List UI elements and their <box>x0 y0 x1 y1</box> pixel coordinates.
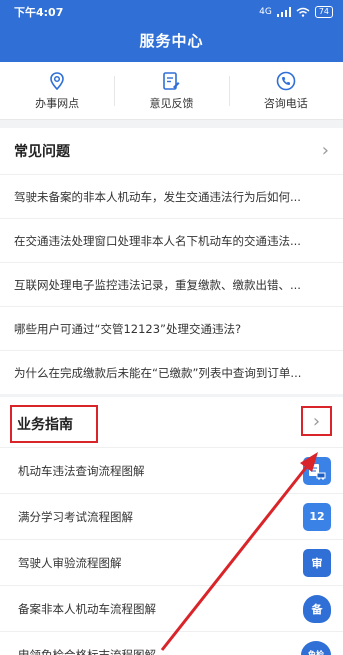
faq-item-label: 为什么在完成缴款后未能在“已缴款”列表中查询到订单... <box>14 365 302 380</box>
service-phone-button[interactable]: 咨询电话 <box>228 62 343 119</box>
status-time: 下午4:07 <box>14 6 64 19</box>
status-icons: 4G 74 <box>259 6 333 18</box>
guide-item-label: 备案非本人机动车流程图解 <box>18 601 156 616</box>
chevron-right-icon: › <box>312 410 321 432</box>
guide-section: 业务指南 › 机动车违法查询流程图解 满分学习考试流程图解 12 驾驶人审验流程… <box>0 397 343 655</box>
faq-item[interactable]: 在交通违法处理窗口处理非本人名下机动车的交通违法... <box>0 218 343 262</box>
faq-title: 常见问题 <box>14 144 70 160</box>
guide-title: 业务指南 <box>10 405 98 443</box>
status-bar: 下午4:07 4G 74 <box>0 0 343 24</box>
vehicle-violation-icon <box>303 456 331 485</box>
faq-item-label: 互联网处理电子监控违法记录，重复缴款、缴款出错、... <box>14 277 301 292</box>
service-label: 意见反馈 <box>149 97 194 110</box>
guide-item[interactable]: 满分学习考试流程图解 12 <box>0 493 343 539</box>
service-shortcuts: 办事网点 意见反馈 咨询电话 <box>0 62 343 120</box>
location-pin-icon <box>50 72 64 91</box>
phone-icon <box>276 71 296 91</box>
service-offices-button[interactable]: 办事网点 <box>0 62 114 119</box>
guide-header: 业务指南 › <box>0 397 343 447</box>
faq-header[interactable]: 常见问题 › <box>0 128 343 174</box>
guide-item-label: 满分学习考试流程图解 <box>18 509 133 524</box>
faq-item[interactable]: 驾驶未备案的非本人机动车，发生交通违法行为后如何... <box>0 174 343 218</box>
service-label: 办事网点 <box>35 97 80 110</box>
guide-item[interactable]: 驾驶人审验流程图解 审 <box>0 539 343 585</box>
guide-item[interactable]: 备案非本人机动车流程图解 备 <box>0 585 343 631</box>
record-shield-icon: 备 <box>303 594 331 623</box>
faq-item-label: 驾驶未备案的非本人机动车，发生交通违法行为后如何... <box>14 189 301 204</box>
feedback-edit-icon <box>163 72 180 90</box>
guide-item-label: 申领免检合格标志流程图解 <box>18 647 156 655</box>
faq-item[interactable]: 互联网处理电子监控违法记录，重复缴款、缴款出错、... <box>0 262 343 306</box>
guide-item-label: 驾驶人审验流程图解 <box>18 555 122 570</box>
driver-review-icon: 审 <box>303 548 331 577</box>
page-title: 服务中心 <box>139 32 204 50</box>
signal-icon <box>276 7 291 17</box>
battery-icon: 74 <box>314 6 333 18</box>
calendar-12-icon: 12 <box>303 502 331 531</box>
chevron-right-icon[interactable]: › <box>322 142 329 160</box>
faq-item[interactable]: 为什么在完成缴款后未能在“已缴款”列表中查询到订单... <box>0 350 343 394</box>
guide-item[interactable]: 机动车违法查询流程图解 <box>0 447 343 493</box>
guide-item-label: 机动车违法查询流程图解 <box>18 463 145 478</box>
faq-item-label: 在交通违法处理窗口处理非本人名下机动车的交通违法... <box>14 233 301 248</box>
guide-more-button[interactable]: › <box>301 406 332 436</box>
service-feedback-button[interactable]: 意见反馈 <box>114 62 228 119</box>
wifi-icon <box>296 7 310 17</box>
faq-item-label: 哪些用户可通过“交管12123”处理交通违法? <box>14 321 242 336</box>
exempt-badge-icon: 免检 <box>301 640 331 655</box>
service-label: 咨询电话 <box>263 97 308 110</box>
network-icon: 4G <box>259 7 272 17</box>
guide-item[interactable]: 申领免检合格标志流程图解 免检 <box>0 631 343 655</box>
header: 下午4:07 4G 74 服务中心 <box>0 0 343 62</box>
faq-section: 常见问题 › 驾驶未备案的非本人机动车，发生交通违法行为后如何... 在交通违法… <box>0 128 343 394</box>
faq-item[interactable]: 哪些用户可通过“交管12123”处理交通违法? <box>0 306 343 350</box>
